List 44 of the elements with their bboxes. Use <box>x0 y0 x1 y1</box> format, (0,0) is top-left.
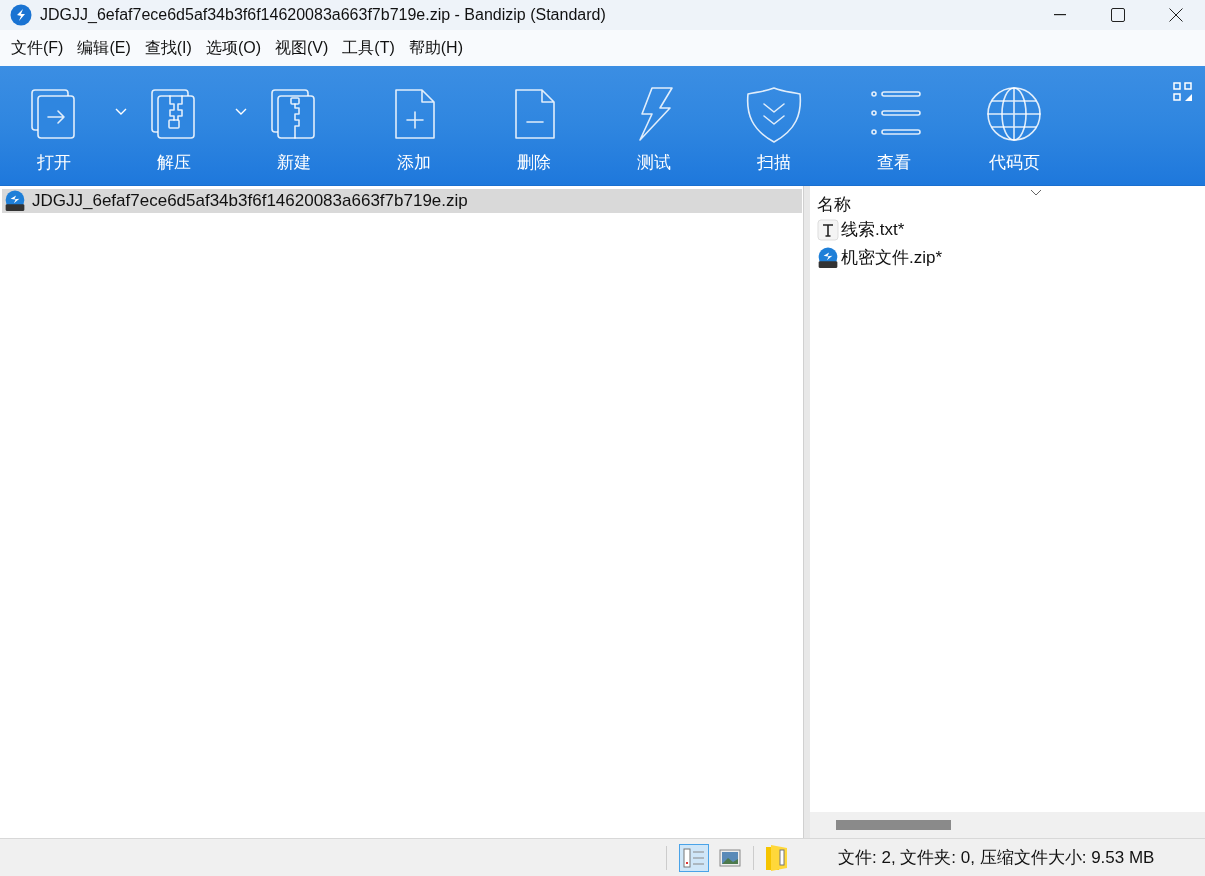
toolbar-button[interactable]: 新建 <box>249 84 339 176</box>
status-text: 文件: 2, 文件夹: 0, 压缩文件大小: 9.53 MB <box>838 846 1155 869</box>
caret-icon <box>235 107 247 115</box>
file-name: 线索.txt* <box>841 219 905 242</box>
close-icon <box>1169 8 1183 22</box>
column-header[interactable]: 名称 <box>817 186 1205 216</box>
file-row[interactable]: 机密文件.zip* <box>817 244 1205 272</box>
maximize-icon <box>1111 8 1125 22</box>
globe-icon <box>984 84 1044 144</box>
menu-item[interactable]: 文件(F) <box>4 36 71 60</box>
menu-item[interactable]: 编辑(E) <box>70 36 138 60</box>
toolbar-button[interactable]: 删除 <box>489 84 579 176</box>
details-list-icon <box>682 846 706 869</box>
shield-icon <box>744 84 804 144</box>
toolbar-button[interactable]: 添加 <box>369 84 459 176</box>
toolbar-button[interactable]: 查看 <box>849 84 939 176</box>
scrollbar-thumb[interactable] <box>836 820 951 830</box>
toolbar-button[interactable]: 代码页 <box>969 84 1059 176</box>
grid-icon <box>1173 82 1193 102</box>
toolbar-button[interactable]: 解压 <box>129 84 219 176</box>
toolbar-button[interactable]: 扫描 <box>729 84 819 176</box>
caret-icon <box>115 107 127 115</box>
toolbar-button[interactable]: 打开 <box>9 84 99 176</box>
app-logo-icon <box>10 4 32 26</box>
window-title: JDGJJ_6efaf7ece6d5af34b3f6f14620083a663f7b719e.zip - Bandizip (Standard) <box>40 5 606 25</box>
tree-item-label: JDGJJ_6efaf7ece6d5af34b3f6f14620083a663f7b719e.zip <box>32 190 468 213</box>
layout-button[interactable] <box>1173 82 1193 102</box>
zip-archive-icon <box>4 190 26 212</box>
text-file-icon <box>817 219 839 241</box>
archive-folder-icon <box>765 843 789 872</box>
menu-item[interactable]: 视图(V) <box>268 36 336 60</box>
file-row[interactable]: 线索.txt* <box>817 216 1205 244</box>
menu-item[interactable]: 工具(T) <box>335 36 402 60</box>
toolbar-button[interactable]: 测试 <box>609 84 699 176</box>
file-name: 机密文件.zip* <box>841 247 943 270</box>
menu-item[interactable]: 选项(O) <box>198 36 268 60</box>
tree-item[interactable]: JDGJJ_6efaf7ece6d5af34b3f6f14620083a663f7b719e.zip <box>2 189 802 213</box>
picture-icon <box>719 848 741 867</box>
zip-file-icon <box>817 247 839 269</box>
minimize-icon <box>1054 14 1066 16</box>
list-view-button[interactable] <box>679 843 709 872</box>
menu-item[interactable]: 帮助(H) <box>401 36 470 60</box>
menu-item[interactable]: 查找(I) <box>137 36 199 60</box>
sort-caret-icon <box>1030 189 1042 196</box>
